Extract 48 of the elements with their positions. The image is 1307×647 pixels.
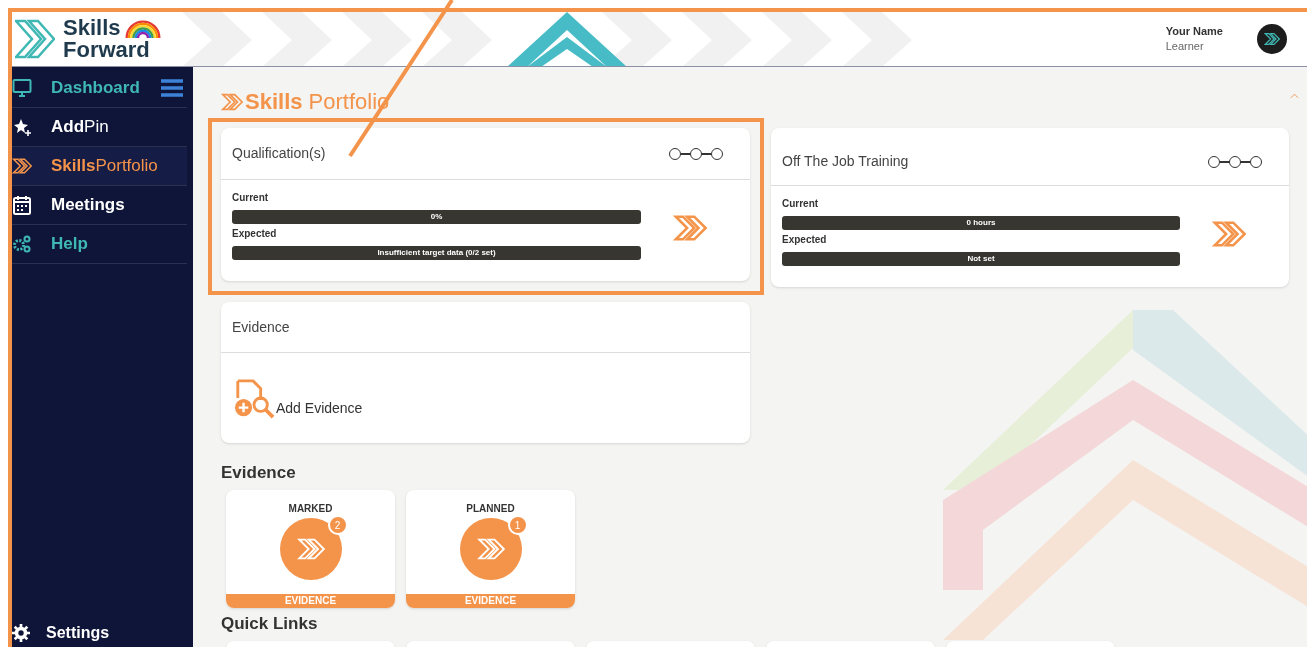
- monitor-icon: [12, 78, 32, 98]
- sidebar-item[interactable]: Meetings: [12, 186, 187, 224]
- logo-text: Skills: [63, 17, 121, 39]
- gears-icon: [12, 234, 32, 254]
- card-title: Evidence: [232, 317, 290, 337]
- count-badge: 1: [507, 515, 528, 535]
- add-document-icon: [232, 379, 276, 419]
- settings-link[interactable]: Settings: [46, 621, 110, 645]
- bar-label: Expected: [232, 228, 278, 240]
- tile-label: MARKED: [288, 502, 333, 516]
- bar-label: Current: [232, 192, 270, 204]
- tile-footer: EVIDENCE: [406, 594, 575, 608]
- stepper-icon: [1208, 154, 1262, 169]
- settings-icon: [12, 624, 30, 642]
- calendar-icon: [12, 195, 32, 215]
- bar-text: 0 hours: [965, 217, 997, 229]
- collapse-icon[interactable]: [1290, 93, 1299, 99]
- chevrons-icon: [221, 91, 243, 112]
- count-badge: 2: [327, 515, 348, 535]
- add-evidence-button[interactable]: Add Evidence: [221, 353, 374, 443]
- chevrons-icon: [1264, 31, 1280, 47]
- chevrons-icon: [1212, 218, 1246, 250]
- evidence-tile[interactable]: PLANNED 1 EVIDENCE: [406, 490, 575, 608]
- chevrons-icon: [12, 156, 32, 176]
- logo-chevrons-icon: [15, 19, 55, 59]
- pin-plus-icon: [12, 117, 32, 137]
- sidebar-item[interactable]: SkillsPortfolio: [12, 147, 187, 185]
- card-title: Qualification(s): [232, 144, 326, 163]
- sidebar-item[interactable]: Dashboard: [12, 69, 161, 107]
- tile-footer: EVIDENCE: [226, 594, 395, 608]
- stepper-icon: [669, 146, 723, 161]
- sidebar-item[interactable]: Help: [12, 225, 187, 263]
- user-role: Learner: [1165, 39, 1205, 54]
- user-avatar[interactable]: [1257, 24, 1287, 54]
- tile-label: PLANNED: [466, 502, 515, 516]
- evidence-tile[interactable]: MARKED 2 EVIDENCE: [226, 490, 395, 608]
- bar-label: Current: [782, 198, 820, 210]
- logo-text: Forward: [63, 39, 151, 61]
- menu-icon[interactable]: [161, 79, 183, 97]
- sidebar-item[interactable]: AddPin: [12, 108, 187, 146]
- user-name: Your Name: [1165, 24, 1223, 39]
- bar-label: Expected: [782, 234, 828, 246]
- section-heading: Evidence: [221, 463, 297, 483]
- card-title: Off The Job Training: [782, 152, 909, 171]
- chevrons-icon: [673, 212, 707, 244]
- bar-text: Not set: [966, 253, 996, 265]
- section-heading: Quick Links: [221, 614, 319, 634]
- rainbow-icon: [124, 18, 163, 38]
